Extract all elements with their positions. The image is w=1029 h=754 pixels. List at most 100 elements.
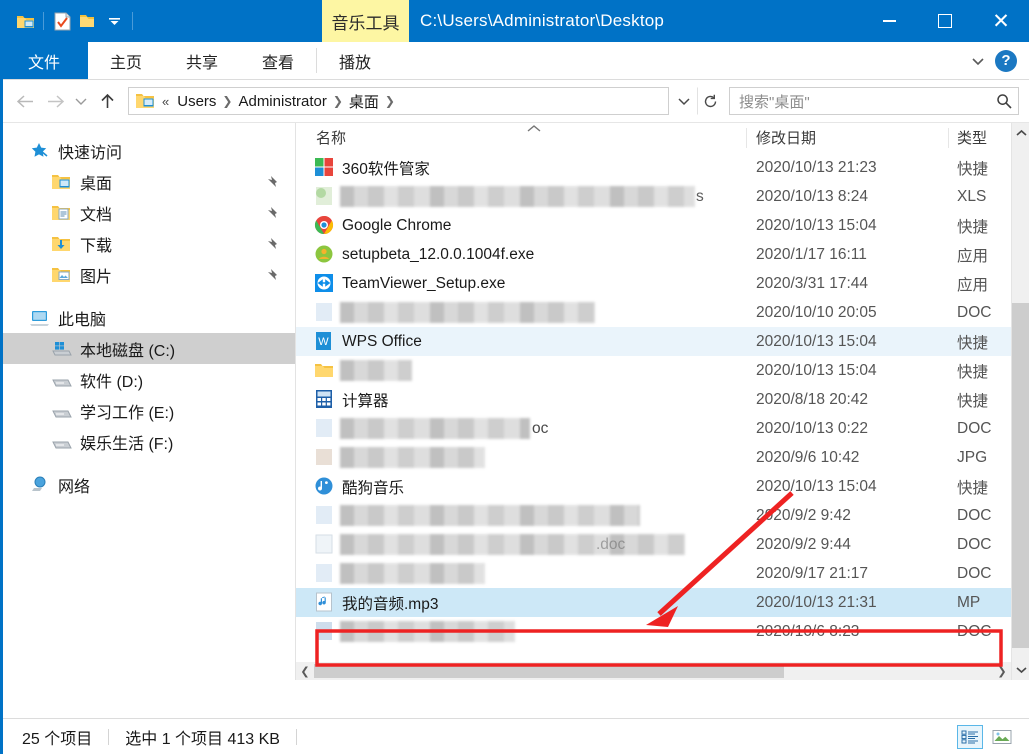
- back-button[interactable]: [10, 86, 40, 116]
- sidebar-item-downloads[interactable]: 下载: [0, 228, 295, 259]
- details-view-button[interactable]: [957, 724, 983, 749]
- sidebar-item-desktop[interactable]: 桌面: [0, 166, 295, 197]
- sidebar-group-label: 快速访问: [58, 144, 123, 162]
- table-row[interactable]: 计算器 2020/8/18 20:42 快捷: [296, 385, 1029, 414]
- table-row[interactable]: 2020/9/2 9:42 DOC: [296, 501, 1029, 530]
- scroll-down-arrow-icon[interactable]: [1012, 660, 1029, 680]
- table-row[interactable]: 360软件管家 2020/10/13 21:23 快捷: [296, 153, 1029, 182]
- file-date: 2020/9/17 21:17: [756, 564, 869, 582]
- table-row[interactable]: 2020/9/6 10:42 JPG: [296, 443, 1029, 472]
- sidebar-group-quick-access[interactable]: 快速访问: [0, 135, 295, 166]
- tab-home[interactable]: 主页: [88, 42, 164, 79]
- pin-icon[interactable]: [267, 175, 281, 189]
- scroll-right-arrow-icon[interactable]: ❯: [993, 665, 1011, 678]
- table-row[interactable]: 酷狗音乐 2020/10/13 15:04 快捷: [296, 472, 1029, 501]
- word-icon: [314, 621, 334, 641]
- table-row[interactable]: setupbeta_12.0.0.1004f.exe 2020/1/17 16:…: [296, 240, 1029, 269]
- breadcrumb-separator-icon-3[interactable]: ❯: [384, 94, 396, 108]
- chevron-down-icon[interactable]: [971, 54, 985, 68]
- address-dropdown-icon[interactable]: [671, 87, 697, 115]
- table-row[interactable]: TeamViewer_Setup.exe 2020/3/31 17:44 应用: [296, 269, 1029, 298]
- file-name: 计算器: [342, 392, 389, 410]
- scroll-left-arrow-icon[interactable]: ❮: [296, 665, 314, 678]
- horizontal-scrollbar[interactable]: ❮ ❯: [296, 662, 1011, 680]
- table-row[interactable]: Google Chrome 2020/10/13 15:04 快捷: [296, 211, 1029, 240]
- sidebar-item-drive-d[interactable]: 软件 (D:): [0, 364, 295, 395]
- table-row[interactable]: W WPS Office 2020/10/13 15:04 快捷: [296, 327, 1029, 356]
- scroll-up-arrow-icon[interactable]: [1012, 123, 1029, 143]
- tab-play[interactable]: 播放: [317, 42, 393, 79]
- file-type: DOC: [957, 622, 992, 640]
- sidebar-item-local-disk-c[interactable]: 本地磁盘 (C:): [0, 333, 295, 364]
- table-row[interactable]: 2020/9/17 21:17 DOC: [296, 559, 1029, 588]
- sidebar-item-drive-e[interactable]: 学习工作 (E:): [0, 395, 295, 426]
- sidebar-group-this-pc[interactable]: 此电脑: [0, 302, 295, 333]
- sidebar-item-documents[interactable]: 文档: [0, 197, 295, 228]
- table-row[interactable]: .doc 2020/9/2 9:44 DOC: [296, 530, 1029, 559]
- column-header-name[interactable]: 名称: [316, 127, 346, 148]
- vertical-scrollbar[interactable]: [1011, 123, 1029, 680]
- column-header-date[interactable]: 修改日期: [756, 127, 816, 148]
- tab-view[interactable]: 查看: [240, 42, 316, 79]
- breadcrumb-lead[interactable]: «: [159, 94, 172, 109]
- file-date: 2020/10/13 15:04: [756, 361, 877, 379]
- music-note-icon: [314, 592, 334, 612]
- file-type: 应用: [957, 247, 989, 265]
- help-icon[interactable]: ?: [995, 49, 1017, 72]
- column-headers: 名称 修改日期 类型: [296, 123, 1029, 153]
- breadcrumb-item-desktop[interactable]: 桌面: [344, 91, 384, 112]
- sidebar-item-pictures[interactable]: 图片: [0, 259, 295, 290]
- pin-icon[interactable]: [267, 268, 281, 282]
- table-row[interactable]: 2020/10/6 8:23 DOC: [296, 617, 1029, 646]
- sidebar-group-label: 此电脑: [58, 311, 107, 329]
- column-divider[interactable]: [746, 128, 747, 148]
- file-name: 我的音频.mp3: [342, 595, 439, 613]
- refresh-icon[interactable]: [697, 87, 723, 115]
- up-button[interactable]: [92, 86, 122, 116]
- column-divider-2[interactable]: [948, 128, 949, 148]
- maximize-button[interactable]: [917, 0, 973, 42]
- file-type: DOC: [957, 303, 992, 321]
- sidebar-item-label: 娱乐生活 (F:): [80, 435, 174, 453]
- search-icon[interactable]: [996, 93, 1012, 109]
- breadcrumb-item-users[interactable]: Users: [172, 93, 221, 110]
- table-row-selected[interactable]: 我的音频.mp3 2020/10/13 21:31 MP: [296, 588, 1029, 617]
- checklist-icon[interactable]: [49, 8, 75, 34]
- customize-icon[interactable]: [101, 8, 127, 34]
- excel-icon: [314, 186, 334, 206]
- sidebar-group-network[interactable]: 网络: [0, 469, 295, 500]
- file-type: 应用: [957, 276, 989, 294]
- pin-icon[interactable]: [267, 237, 281, 251]
- column-header-type[interactable]: 类型: [957, 127, 987, 148]
- tab-file[interactable]: 文件: [0, 42, 88, 79]
- kugou-icon: [314, 476, 334, 496]
- file-date: 2020/10/13 21:23: [756, 158, 877, 176]
- file-date: 2020/10/13 8:24: [756, 187, 869, 205]
- word-icon: [314, 563, 334, 583]
- close-button[interactable]: ✕: [973, 0, 1029, 42]
- breadcrumb[interactable]: « Users ❯ Administrator ❯ 桌面 ❯: [128, 87, 669, 115]
- table-row[interactable]: 2020/10/10 20:05 DOC: [296, 298, 1029, 327]
- drive-windows-icon: [50, 339, 72, 359]
- table-row[interactable]: 2020/10/13 15:04 快捷: [296, 356, 1029, 385]
- recent-locations-button[interactable]: [70, 86, 92, 116]
- large-icons-view-button[interactable]: [989, 725, 1015, 749]
- breadcrumb-separator-icon[interactable]: ❯: [221, 94, 233, 108]
- breadcrumb-item-administrator[interactable]: Administrator: [233, 93, 331, 110]
- horizontal-scrollbar-thumb[interactable]: [314, 664, 784, 678]
- breadcrumb-separator-icon-2[interactable]: ❯: [332, 94, 344, 108]
- file-date: 2020/10/13 15:04: [756, 216, 877, 234]
- table-row[interactable]: s 2020/10/13 8:24 XLS: [296, 182, 1029, 211]
- properties-icon[interactable]: [12, 8, 38, 34]
- sidebar-item-drive-f[interactable]: 娱乐生活 (F:): [0, 426, 295, 457]
- minimize-button[interactable]: [861, 0, 917, 42]
- new-folder-icon[interactable]: [75, 8, 101, 34]
- file-name-tail: s: [696, 187, 704, 205]
- tab-share[interactable]: 共享: [164, 42, 240, 79]
- table-row[interactable]: oc 2020/10/13 0:22 DOC: [296, 414, 1029, 443]
- music-tools-contextual-tab[interactable]: 音乐工具: [322, 0, 409, 42]
- forward-button[interactable]: [40, 86, 70, 116]
- vertical-scrollbar-thumb[interactable]: [1012, 303, 1029, 648]
- search-input[interactable]: 搜索"桌面": [729, 87, 1019, 115]
- pin-icon[interactable]: [267, 206, 281, 220]
